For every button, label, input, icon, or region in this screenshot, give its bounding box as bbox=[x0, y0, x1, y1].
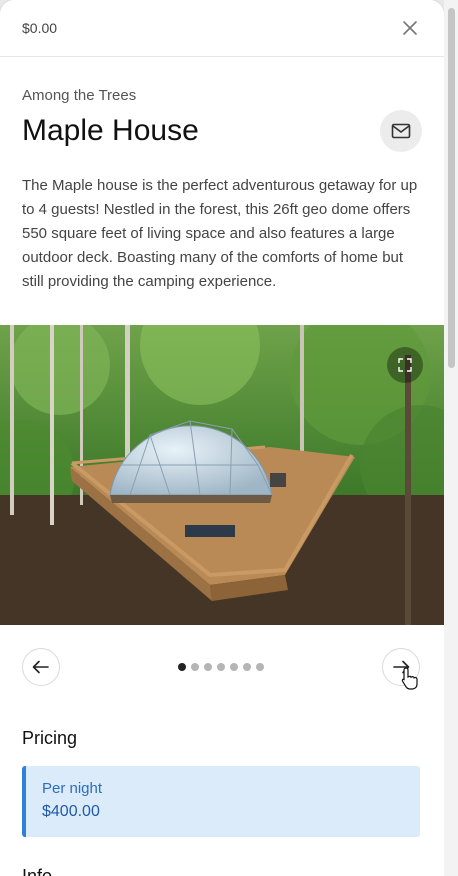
scroll-thumb[interactable] bbox=[448, 8, 455, 368]
listing-description: The Maple house is the perfect adventuro… bbox=[22, 177, 418, 290]
close-icon bbox=[403, 21, 417, 35]
slide-dot[interactable] bbox=[204, 663, 212, 671]
listing-subtitle: Among the Trees bbox=[22, 87, 137, 104]
prev-image-button[interactable] bbox=[22, 648, 60, 686]
slide-dot[interactable] bbox=[217, 663, 225, 671]
arrow-left-icon bbox=[32, 660, 49, 674]
slide-dot[interactable] bbox=[191, 663, 199, 671]
listing-header: Among the Trees Maple House The Maple ho… bbox=[0, 87, 444, 294]
slide-dot[interactable] bbox=[256, 663, 264, 671]
price-label: Per night bbox=[42, 780, 103, 797]
contact-button[interactable] bbox=[380, 110, 422, 152]
price-value: $400.00 bbox=[42, 803, 100, 820]
gallery-controls bbox=[22, 648, 420, 686]
hand-cursor-icon bbox=[401, 667, 418, 690]
listing-title: Maple House bbox=[22, 114, 199, 147]
mail-icon bbox=[391, 123, 411, 139]
close-button[interactable] bbox=[398, 16, 422, 40]
next-section-title: Info bbox=[22, 866, 53, 876]
listing-panel: $0.00 Among the Trees Maple House The Ma… bbox=[0, 0, 444, 876]
gallery-photo[interactable] bbox=[0, 325, 444, 625]
pricing-title: Pricing bbox=[22, 728, 78, 748]
cart-total: $0.00 bbox=[22, 20, 58, 36]
scrollbar[interactable] bbox=[444, 0, 458, 876]
slide-dot[interactable] bbox=[230, 663, 238, 671]
dome-photo bbox=[0, 325, 444, 625]
title-row: Maple House bbox=[22, 110, 422, 152]
top-bar: $0.00 bbox=[0, 0, 444, 57]
price-card: Per night $400.00 bbox=[22, 766, 420, 837]
slide-dot[interactable] bbox=[243, 663, 251, 671]
slide-dot[interactable] bbox=[178, 663, 186, 671]
expand-button[interactable] bbox=[387, 347, 423, 383]
slide-indicator bbox=[178, 663, 264, 671]
expand-icon bbox=[398, 358, 412, 372]
